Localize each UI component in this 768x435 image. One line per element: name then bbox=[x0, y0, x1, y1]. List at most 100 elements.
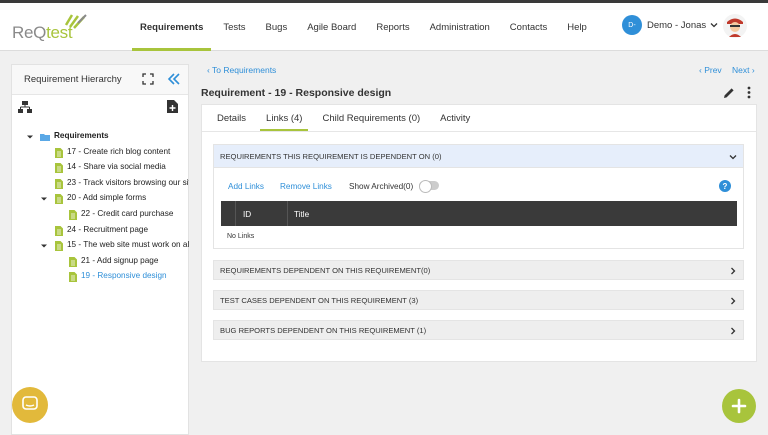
add-links-button[interactable]: Add Links bbox=[228, 182, 264, 191]
document-icon bbox=[55, 178, 63, 189]
chevron-right-icon bbox=[731, 267, 736, 275]
add-button[interactable] bbox=[722, 389, 756, 423]
document-icon bbox=[69, 256, 77, 267]
nav-bugs-label: Bugs bbox=[265, 21, 288, 33]
show-archived-toggle[interactable] bbox=[419, 180, 439, 193]
column-header-title[interactable]: Title bbox=[294, 210, 309, 219]
tab-details-label: Details bbox=[217, 112, 247, 124]
chat-icon bbox=[22, 396, 38, 410]
tree-item-label: 24 - Recruitment page bbox=[67, 224, 149, 234]
nav-requirements-label: Requirements bbox=[140, 21, 204, 33]
sidebar-title: Requirement Hierarchy bbox=[24, 74, 122, 85]
section-requirements-dependent-on[interactable]: REQUIREMENTS THIS REQUIREMENT IS DEPENDE… bbox=[213, 144, 744, 168]
tab-activity-label: Activity bbox=[440, 112, 471, 124]
links-panel: Add Links Remove Links Show Archived(0) … bbox=[213, 168, 744, 249]
top-bar: ReQtest Requirements Tests Bugs Agile Bo… bbox=[0, 3, 768, 51]
section-label: BUG REPORTS DEPENDENT ON THIS REQUIREMEN… bbox=[220, 325, 427, 335]
caret-down-icon[interactable] bbox=[26, 133, 34, 141]
nav-bugs[interactable]: Bugs bbox=[256, 3, 298, 51]
nav-contacts[interactable]: Contacts bbox=[500, 3, 558, 51]
section-label: REQUIREMENTS THIS REQUIREMENT IS DEPENDE… bbox=[220, 151, 442, 161]
detail-tabs: Details Links (4) Child Requirements (0)… bbox=[202, 105, 480, 131]
section-bug-reports-dependent[interactable]: BUG REPORTS DEPENDENT ON THIS REQUIREMEN… bbox=[213, 320, 744, 340]
section-label: TEST CASES DEPENDENT ON THIS REQUIREMENT… bbox=[220, 295, 419, 305]
section-label: REQUIREMENTS DEPENDENT ON THIS REQUIREME… bbox=[220, 265, 431, 275]
user-initials-badge: D- bbox=[622, 15, 642, 35]
chevron-down-icon bbox=[729, 155, 737, 160]
prev-link[interactable]: ‹ Prev bbox=[699, 65, 722, 75]
tree-item[interactable]: 15 - The web site must work on all b bbox=[12, 238, 189, 254]
user-menu[interactable]: D- Demo - Jonas bbox=[622, 15, 718, 35]
document-icon bbox=[55, 147, 63, 158]
more-vertical-icon[interactable] bbox=[747, 86, 751, 99]
caret-down-icon[interactable] bbox=[40, 195, 48, 203]
column-header-id[interactable]: ID bbox=[243, 210, 251, 219]
nav-reports[interactable]: Reports bbox=[366, 3, 419, 51]
logo-mark-icon bbox=[64, 14, 87, 29]
tab-links[interactable]: Links (4) bbox=[256, 105, 312, 131]
tree-item-label: 22 - Credit card purchase bbox=[81, 208, 174, 218]
nav-help[interactable]: Help bbox=[557, 3, 597, 51]
document-icon bbox=[69, 272, 77, 283]
show-archived-label: Show Archived(0) bbox=[349, 182, 414, 191]
tree-item-requirements-root[interactable]: Requirements bbox=[12, 129, 188, 145]
tree-item-label: Requirements bbox=[54, 131, 109, 140]
tabs-divider bbox=[202, 131, 756, 132]
back-to-requirements-link[interactable]: ‹ To Requirements bbox=[207, 65, 276, 75]
back-link-label: To Requirements bbox=[212, 65, 277, 75]
page-title: Requirement - 19 - Responsive design bbox=[201, 87, 392, 99]
folder-icon bbox=[40, 134, 50, 141]
tree-item[interactable]: 22 - Credit card purchase bbox=[12, 207, 188, 223]
next-link[interactable]: Next › bbox=[732, 65, 755, 75]
chat-button[interactable] bbox=[12, 387, 48, 423]
tree-item[interactable]: 24 - Recruitment page bbox=[12, 223, 188, 239]
add-document-icon[interactable] bbox=[167, 100, 178, 113]
tab-details[interactable]: Details bbox=[207, 105, 256, 131]
nav-agile-board[interactable]: Agile Board bbox=[297, 3, 366, 51]
tree-item-selected[interactable]: 19 - Responsive design bbox=[12, 269, 188, 285]
tab-child-requirements[interactable]: Child Requirements (0) bbox=[312, 105, 430, 131]
logo-text-a: ReQ bbox=[12, 23, 47, 42]
caret-down-icon[interactable] bbox=[40, 242, 48, 250]
nav-administration[interactable]: Administration bbox=[420, 3, 500, 51]
tree-item-label: 23 - Track visitors browsing our site bbox=[67, 177, 189, 187]
nav-tests[interactable]: Tests bbox=[213, 3, 255, 51]
double-chevron-left-icon[interactable] bbox=[167, 73, 181, 85]
chevron-right-icon bbox=[731, 327, 736, 335]
tree-item[interactable]: 20 - Add simple forms bbox=[12, 191, 188, 207]
sidebar-toolbar bbox=[12, 95, 188, 121]
section-test-cases-dependent[interactable]: TEST CASES DEPENDENT ON THIS REQUIREMENT… bbox=[213, 290, 744, 310]
nav-help-label: Help bbox=[567, 21, 587, 33]
tree-item-label: 14 - Share via social media bbox=[67, 162, 166, 172]
tab-links-label: Links (4) bbox=[266, 112, 303, 124]
tree-item[interactable]: 23 - Track visitors browsing our site bbox=[12, 176, 189, 192]
requirement-detail: ‹ To Requirements ‹ Prev Next › Requirem… bbox=[201, 60, 757, 362]
tree-item[interactable]: 17 - Create rich blog content bbox=[12, 145, 188, 161]
links-table-header: ID Title bbox=[221, 201, 737, 226]
requirement-tree: Requirements 17 - Create rich blog conte… bbox=[12, 121, 189, 285]
column-divider bbox=[287, 201, 288, 226]
tree-item-label: 21 - Add signup page bbox=[81, 255, 159, 265]
pencil-icon[interactable] bbox=[723, 87, 735, 99]
help-icon[interactable]: ? bbox=[719, 180, 731, 192]
reqtest-logo[interactable]: ReQtest bbox=[12, 14, 92, 43]
tree-item[interactable]: 21 - Add signup page bbox=[12, 254, 188, 270]
section-requirements-dependent-on-this[interactable]: REQUIREMENTS DEPENDENT ON THIS REQUIREME… bbox=[213, 260, 744, 280]
fullscreen-icon[interactable] bbox=[142, 73, 154, 85]
user-avatar-icon[interactable] bbox=[722, 13, 748, 39]
requirement-hierarchy-panel: Requirement Hierarchy Requirements 17 - … bbox=[11, 64, 189, 435]
user-name: Demo - Jonas bbox=[647, 19, 707, 31]
next-label: Next bbox=[732, 65, 750, 75]
tree-item[interactable]: 14 - Share via social media bbox=[12, 160, 188, 176]
detail-card: Details Links (4) Child Requirements (0)… bbox=[201, 104, 757, 362]
nav-requirements[interactable]: Requirements bbox=[130, 3, 213, 51]
nav-administration-label: Administration bbox=[429, 21, 490, 33]
tab-activity[interactable]: Activity bbox=[430, 105, 480, 131]
document-icon bbox=[55, 225, 63, 236]
tree-structure-icon[interactable] bbox=[18, 100, 32, 114]
user-initials: D- bbox=[628, 21, 636, 29]
remove-links-button[interactable]: Remove Links bbox=[280, 182, 332, 191]
nav-agile-board-label: Agile Board bbox=[307, 21, 357, 33]
tree-item-label: 20 - Add simple forms bbox=[67, 193, 147, 203]
main-nav: Requirements Tests Bugs Agile Board Repo… bbox=[130, 3, 597, 51]
